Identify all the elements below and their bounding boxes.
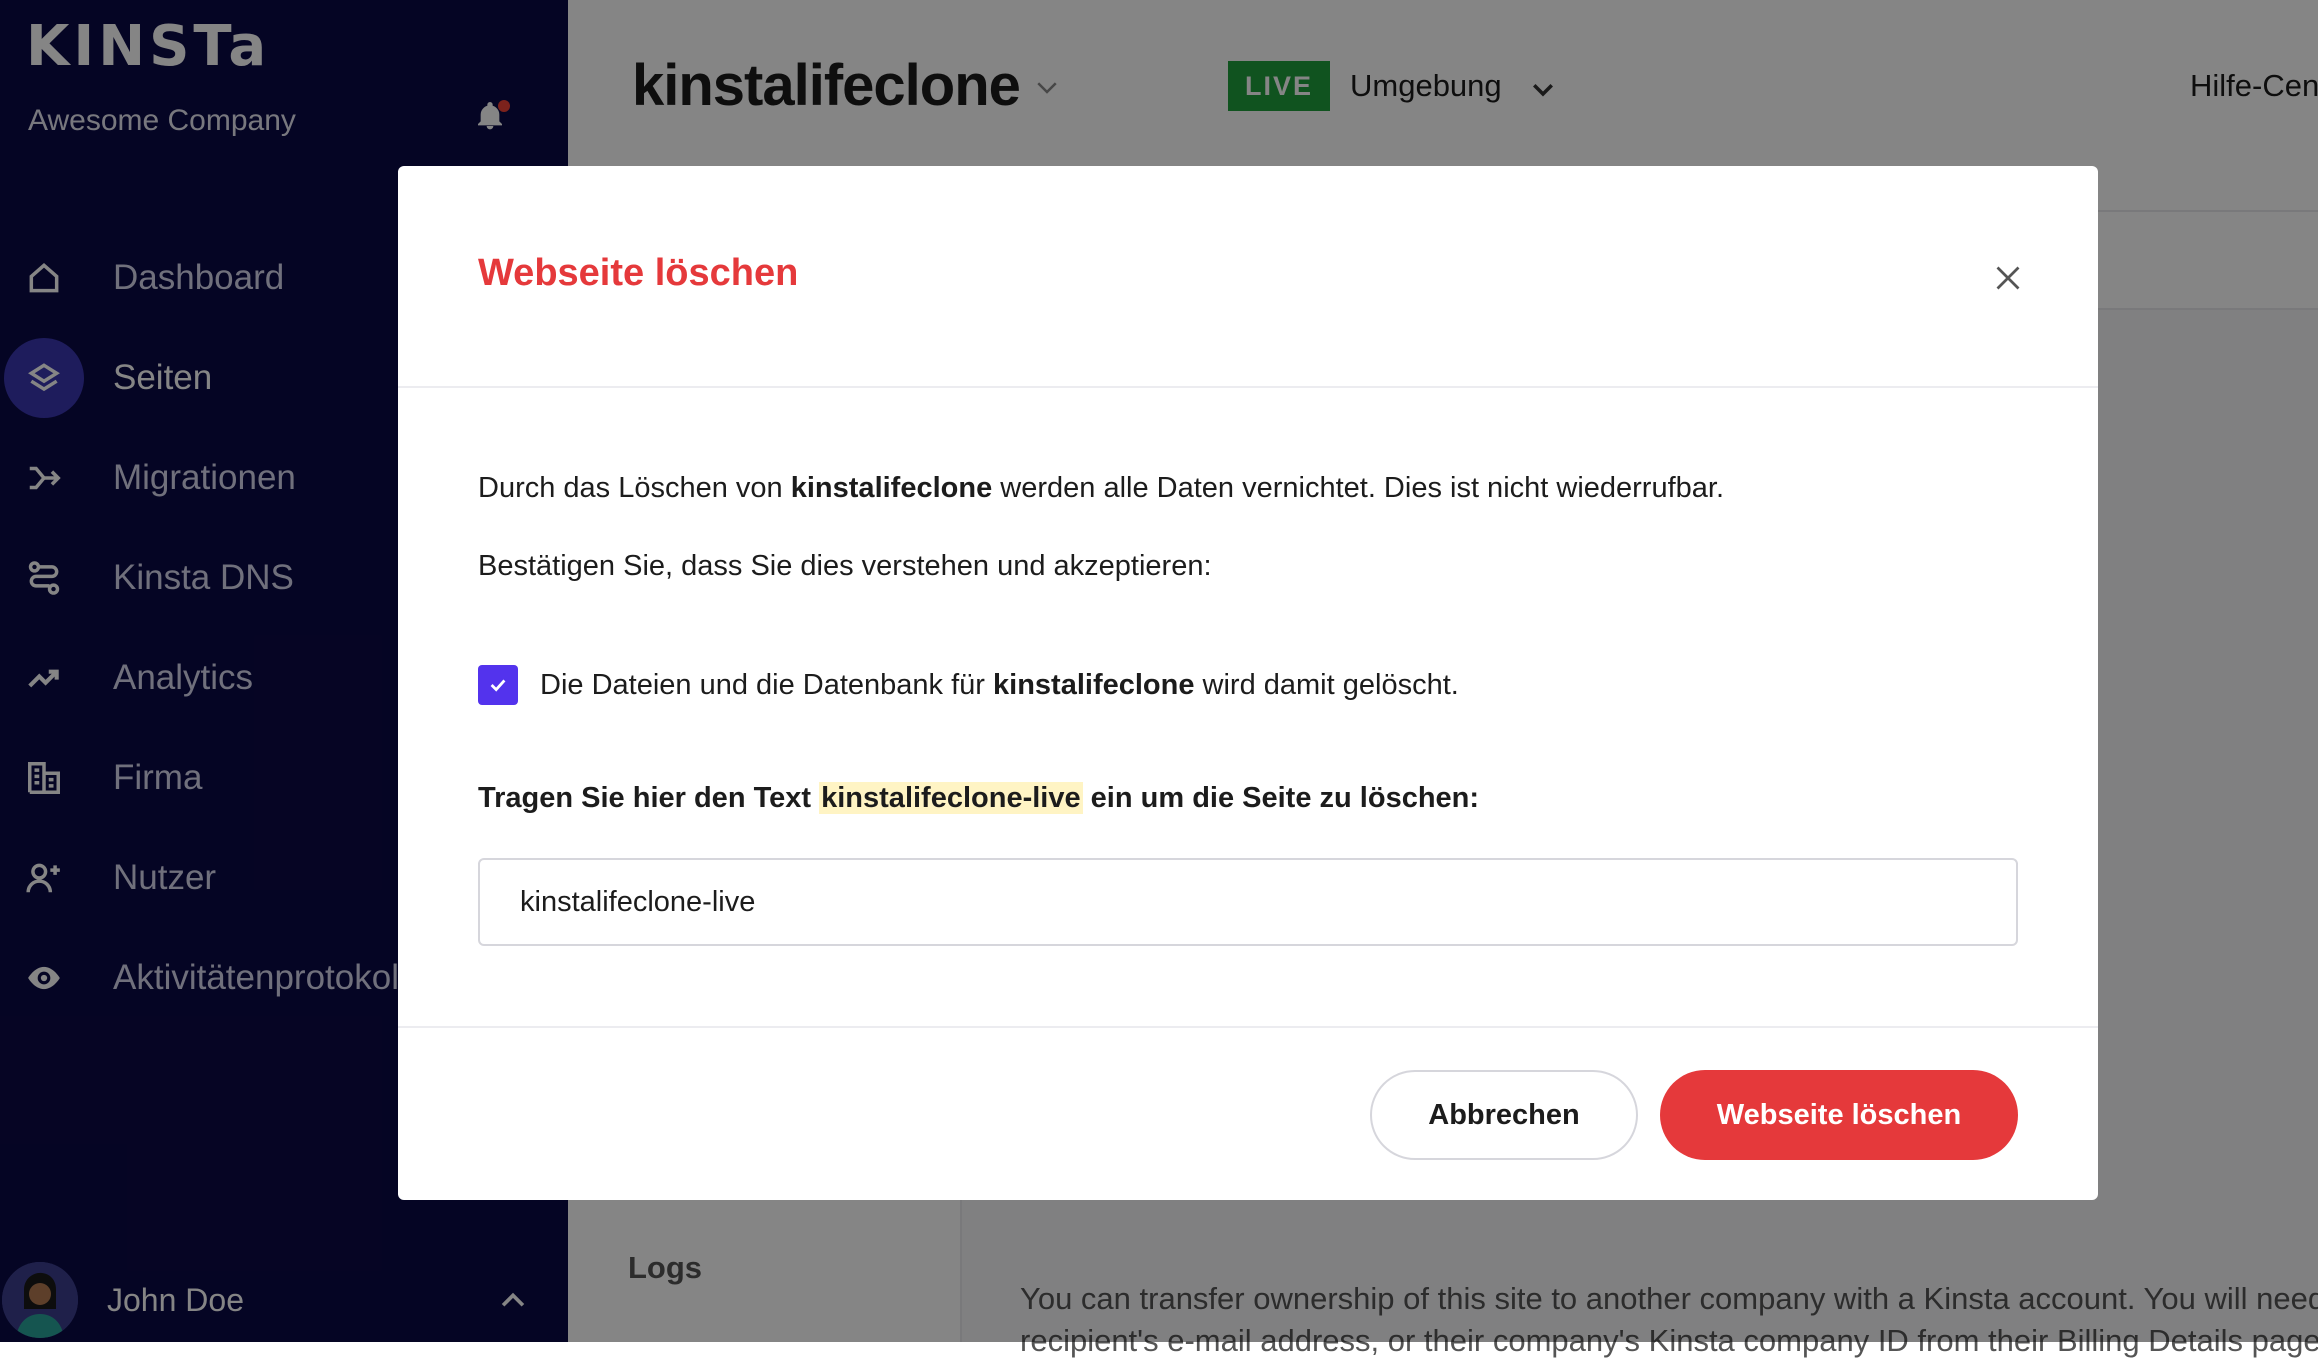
confirm-checkbox-label[interactable]: Die Dateien und die Datenbank für kinsta… xyxy=(540,669,1459,702)
warning-text-site: kinstalifeclone xyxy=(790,472,993,504)
confirm-label-pre: Tragen Sie hier den Text xyxy=(478,782,820,814)
delete-site-button[interactable]: Webseite löschen xyxy=(1660,1070,2018,1160)
checkbox-label-site: kinstalifeclone xyxy=(993,668,1195,701)
confirm-label-highlight: kinstalifeclone-live xyxy=(819,782,1083,814)
warning-text-post: werden alle Daten vernichtet. Dies ist n… xyxy=(992,472,1725,504)
confirm-text-input[interactable] xyxy=(478,858,2018,946)
modal-title: Webseite löschen xyxy=(478,252,799,294)
checkmark-icon xyxy=(490,679,506,692)
confirm-prompt: Bestätigen Sie, dass Sie dies verstehen … xyxy=(478,550,1212,582)
warning-text-pre: Durch das Löschen von xyxy=(478,472,791,504)
confirm-checkbox[interactable] xyxy=(478,665,518,705)
close-icon[interactable] xyxy=(1990,260,2026,296)
checkbox-label-post: wird damit gelöscht. xyxy=(1194,668,1459,701)
checkbox-label-pre: Die Dateien und die Datenbank für xyxy=(540,668,994,701)
confirm-checkbox-row[interactable]: Die Dateien und die Datenbank für kinsta… xyxy=(478,664,1459,706)
cancel-button[interactable]: Abbrechen xyxy=(1370,1070,1638,1160)
modal-header: Webseite löschen xyxy=(398,166,2098,388)
warning-text: Durch das Löschen von kinstalifeclone we… xyxy=(478,472,1724,505)
confirm-label-post: ein um die Seite zu löschen: xyxy=(1082,782,1480,814)
delete-site-modal: Webseite löschen Durch das Löschen von k… xyxy=(398,166,2098,1200)
confirm-input-label: Tragen Sie hier den Text kinstalifeclone… xyxy=(478,782,1479,815)
